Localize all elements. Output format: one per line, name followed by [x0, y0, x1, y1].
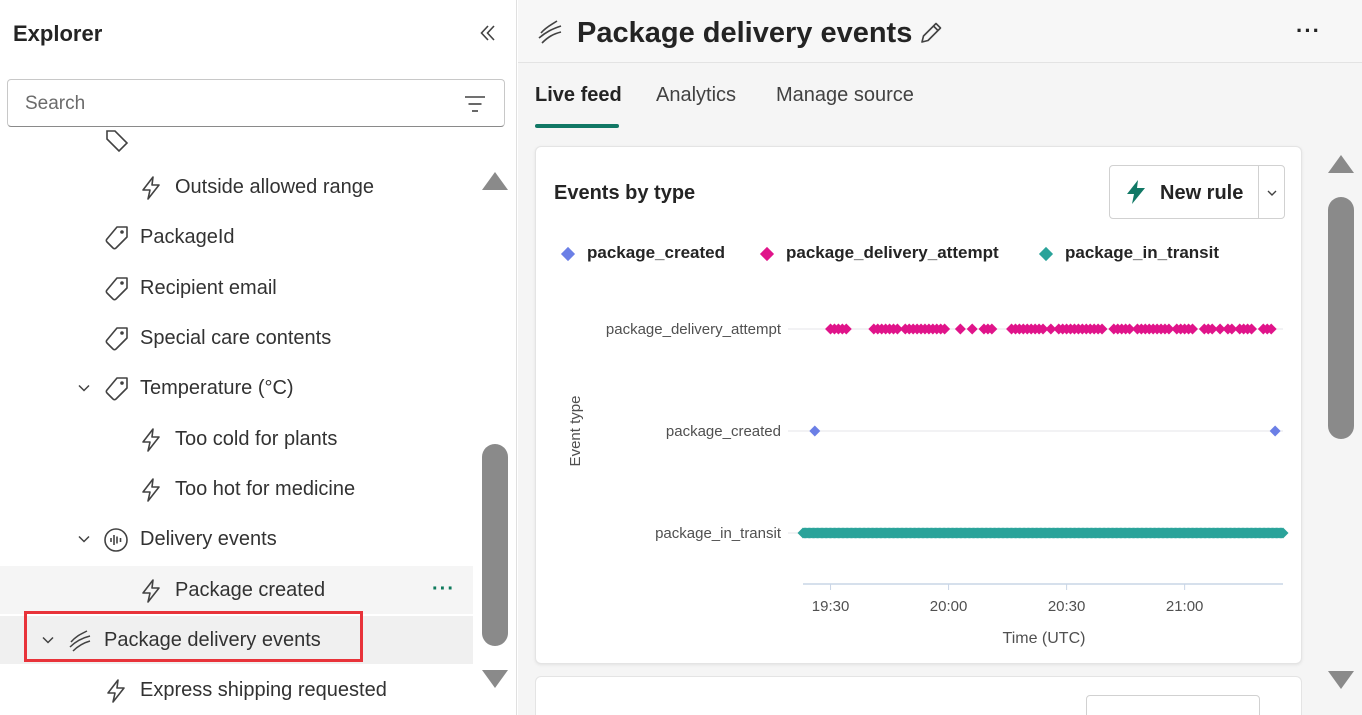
- tree-item-label: Recipient email: [140, 277, 277, 299]
- new-rule-label: New rule: [1160, 182, 1244, 204]
- tree-item-label: Temperature (°C): [140, 377, 294, 399]
- y-axis-label: Event type: [567, 396, 584, 467]
- page-header: Package delivery events ···: [518, 0, 1362, 63]
- chevron-down-icon[interactable]: [1265, 186, 1279, 200]
- chevron-down-icon[interactable]: [77, 532, 91, 546]
- card-title: Events by type: [554, 182, 696, 204]
- y-category-label: package_created: [666, 423, 781, 440]
- lightning-icon: [142, 428, 160, 452]
- more-options-icon[interactable]: ···: [432, 578, 455, 601]
- stream-icon: [69, 630, 91, 652]
- active-tab-indicator: [535, 124, 619, 128]
- tree-item-packageid[interactable]: PackageId: [0, 213, 473, 261]
- scroll-down-arrow-icon[interactable]: [480, 666, 510, 692]
- tag-icon: [105, 226, 128, 250]
- tag-icon: [105, 327, 128, 351]
- scrollbar-thumb[interactable]: [482, 444, 508, 646]
- tab-live-feed[interactable]: Live feed: [535, 84, 622, 107]
- second-card: [535, 676, 1302, 715]
- tree-item-label: Package delivery events: [104, 629, 321, 651]
- double-chevron-left-icon: [480, 25, 495, 41]
- tree-item-label: Outside allowed range: [175, 176, 375, 198]
- scroll-up-arrow-icon[interactable]: [1326, 152, 1356, 176]
- scrollbar-thumb[interactable]: [1328, 197, 1354, 439]
- search-input[interactable]: [25, 90, 445, 118]
- x-tick-label: 20:30: [1048, 598, 1086, 615]
- x-axis-label: Time (UTC): [1003, 630, 1086, 647]
- tree-item-express-shipping-requested[interactable]: Express shipping requested: [0, 666, 473, 714]
- tree-item-too-cold-for-plants[interactable]: Too cold for plants: [0, 415, 473, 463]
- data-point-package-created: [1269, 425, 1281, 437]
- more-options-icon[interactable]: ···: [1296, 20, 1324, 44]
- data-point-package-delivery-attempt: [966, 323, 978, 335]
- events-scatter-chart: Event type Time (UTC) package_delivery_a…: [567, 321, 1289, 647]
- data-point-package-created: [809, 425, 821, 437]
- lightning-icon: [1127, 180, 1145, 204]
- tree-item-label: Delivery events: [140, 528, 277, 550]
- tree-item-label: Special care contents: [140, 327, 332, 349]
- legend-label: package_delivery_attempt: [786, 243, 999, 262]
- x-tick-label: 19:30: [812, 598, 850, 615]
- chevron-down-icon[interactable]: [77, 381, 91, 395]
- event-icon: [104, 528, 128, 552]
- page-title: Package delivery events: [577, 17, 913, 49]
- scroll-up-arrow-icon[interactable]: [480, 168, 510, 194]
- tab-bar: Live feed Analytics Manage source: [518, 63, 1362, 131]
- data-point-package-delivery-attempt: [954, 323, 966, 335]
- tab-manage-source[interactable]: Manage source: [776, 84, 914, 107]
- tree-item-partial: [0, 130, 473, 163]
- chevron-down-icon[interactable]: [41, 633, 55, 647]
- main-pane: Package delivery events ··· Live feed An…: [518, 0, 1362, 715]
- tree-item-label: Too cold for plants: [175, 428, 338, 450]
- y-category-label: package_in_transit: [655, 525, 782, 542]
- legend-marker: [759, 246, 775, 262]
- tree-item-label: Package created: [175, 579, 326, 601]
- lightning-icon: [142, 579, 160, 603]
- legend-label: package_created: [587, 243, 725, 262]
- legend-label: package_in_transit: [1065, 243, 1220, 262]
- tree-item-too-hot-for-medicine[interactable]: Too hot for medicine: [0, 465, 473, 513]
- tree-item-special-care-contents[interactable]: Special care contents: [0, 314, 473, 362]
- x-tick-label: 20:00: [930, 598, 968, 615]
- tag-icon: [106, 130, 129, 153]
- tree-item-outside-allowed-range[interactable]: Outside allowed range: [0, 163, 473, 211]
- tree-item-recipient-email[interactable]: Recipient email: [0, 264, 473, 312]
- tree-item-package-delivery-events[interactable]: Package delivery events: [0, 616, 473, 664]
- lightning-icon: [142, 478, 160, 502]
- split-divider: [1258, 166, 1259, 218]
- tree-item-label: PackageId: [140, 226, 235, 248]
- search-box: [7, 79, 505, 127]
- x-tick-label: 21:00: [1166, 598, 1204, 615]
- new-rule-button[interactable]: New rule: [1109, 165, 1285, 219]
- card-action-button[interactable]: [1086, 695, 1260, 715]
- lightning-icon: [107, 679, 125, 703]
- explorer-title: Explorer: [13, 21, 103, 46]
- tree-item-delivery-events[interactable]: Delivery events: [0, 515, 473, 563]
- collapse-panel-button[interactable]: [474, 18, 502, 48]
- explorer-panel: Explorer Outside allowed range PackageId: [0, 0, 517, 715]
- pencil-icon[interactable]: [918, 20, 944, 46]
- legend-marker: [1038, 246, 1054, 262]
- tree-item-package-created[interactable]: Package created ···: [0, 566, 473, 614]
- lightning-icon: [142, 176, 160, 200]
- tab-analytics[interactable]: Analytics: [656, 84, 736, 107]
- tree-item-label: Express shipping requested: [140, 679, 387, 701]
- y-category-label: package_delivery_attempt: [606, 321, 782, 338]
- stream-icon: [538, 20, 562, 44]
- tree-item-temperature[interactable]: Temperature (°C): [0, 364, 473, 412]
- events-by-type-card: Events by type New rule package_created …: [535, 146, 1302, 664]
- legend-marker: [560, 246, 576, 262]
- scroll-down-arrow-icon[interactable]: [1326, 668, 1356, 692]
- tag-icon: [105, 377, 128, 401]
- tag-icon: [105, 277, 128, 301]
- tree-item-label: Too hot for medicine: [175, 478, 356, 500]
- explorer-tree: Outside allowed range PackageId Recipien…: [0, 130, 473, 715]
- filter-icon[interactable]: [464, 94, 486, 114]
